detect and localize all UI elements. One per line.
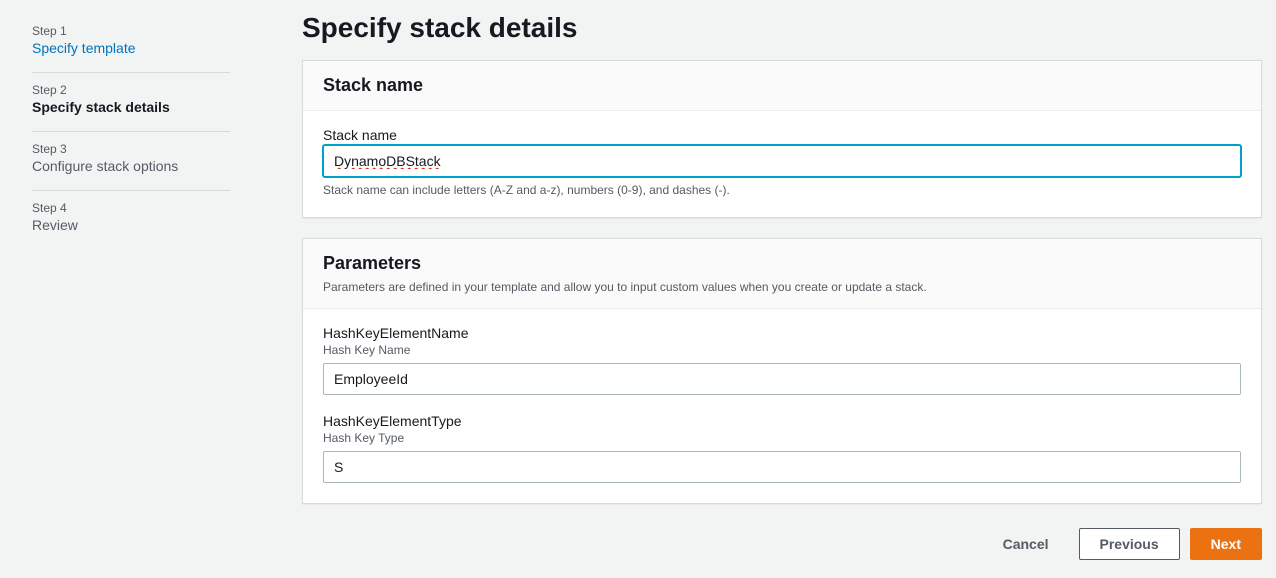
stack-name-helper: Stack name can include letters (A-Z and … bbox=[323, 183, 1241, 197]
next-button[interactable]: Next bbox=[1190, 528, 1262, 560]
step-1-label: Step 1 bbox=[32, 24, 230, 38]
param-hashkeyname-desc: Hash Key Name bbox=[323, 343, 1241, 357]
main-content: Specify stack details Stack name Stack n… bbox=[260, 0, 1276, 560]
step-2-label: Step 2 bbox=[32, 83, 230, 97]
param-hashkeytype-desc: Hash Key Type bbox=[323, 431, 1241, 445]
param-hashkeyname-input[interactable] bbox=[323, 363, 1241, 395]
step-3-label: Step 3 bbox=[32, 142, 230, 156]
parameters-panel-heading: Parameters bbox=[323, 253, 1241, 274]
step-4: Step 4 Review bbox=[32, 191, 230, 249]
step-3-title: Configure stack options bbox=[32, 158, 230, 174]
step-1[interactable]: Step 1 Specify template bbox=[32, 14, 230, 73]
param-hashkeytype-input[interactable] bbox=[323, 451, 1241, 483]
parameters-panel-header: Parameters Parameters are defined in you… bbox=[303, 239, 1261, 309]
param-hashkeyname-label: HashKeyElementName bbox=[323, 325, 1241, 341]
param-hashkeytype-label: HashKeyElementType bbox=[323, 413, 1241, 429]
stack-name-panel-heading: Stack name bbox=[323, 75, 1241, 96]
step-3: Step 3 Configure stack options bbox=[32, 132, 230, 191]
step-2-title: Specify stack details bbox=[32, 99, 230, 115]
stack-name-panel-header: Stack name bbox=[303, 61, 1261, 111]
parameters-panel: Parameters Parameters are defined in you… bbox=[302, 238, 1262, 504]
stack-name-input[interactable] bbox=[323, 145, 1241, 177]
step-1-title[interactable]: Specify template bbox=[32, 40, 230, 56]
step-2: Step 2 Specify stack details bbox=[32, 73, 230, 132]
cancel-button[interactable]: Cancel bbox=[983, 528, 1069, 560]
previous-button[interactable]: Previous bbox=[1079, 528, 1180, 560]
stack-name-panel: Stack name Stack name Stack name can inc… bbox=[302, 60, 1262, 218]
parameters-panel-subtitle: Parameters are defined in your template … bbox=[323, 280, 1241, 294]
step-4-label: Step 4 bbox=[32, 201, 230, 215]
wizard-actions: Cancel Previous Next bbox=[302, 524, 1262, 560]
stack-name-label: Stack name bbox=[323, 127, 1241, 143]
wizard-stepper: Step 1 Specify template Step 2 Specify s… bbox=[0, 0, 260, 560]
page-title: Specify stack details bbox=[302, 12, 1262, 44]
step-4-title: Review bbox=[32, 217, 230, 233]
